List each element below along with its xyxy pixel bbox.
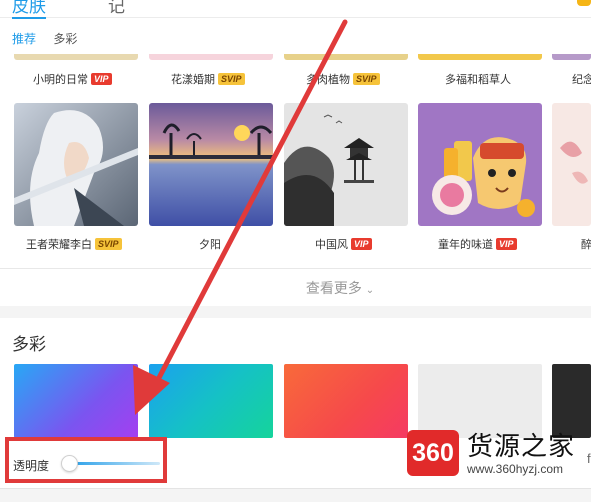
color-swatch-orange-red[interactable] bbox=[284, 364, 408, 438]
watermark: 360 货源之家 www.360hyzj.com bbox=[407, 426, 591, 480]
skin-thumb-chinese-style[interactable] bbox=[284, 103, 408, 226]
sunset-illustration bbox=[149, 103, 273, 226]
section-title-colorful: 多彩 bbox=[12, 335, 46, 354]
color-swatch-blue-purple[interactable] bbox=[14, 364, 138, 438]
skin-thumb-partial[interactable] bbox=[284, 54, 408, 60]
skin-thumb-partial[interactable] bbox=[149, 54, 273, 60]
warrior-illustration bbox=[14, 103, 138, 226]
skin-label: 纪念 bbox=[572, 71, 591, 87]
skin-thumb-partial[interactable] bbox=[552, 54, 591, 60]
snack-cartoon-illustration bbox=[418, 103, 542, 226]
skin-name: 多福和稻草人 bbox=[445, 74, 511, 86]
opacity-label: 透明度 bbox=[13, 459, 50, 473]
skin-label: 多福和稻草人 bbox=[445, 71, 511, 87]
skin-thumb-partial[interactable] bbox=[552, 103, 591, 226]
skin-label: 中国风 VIP bbox=[315, 236, 372, 252]
divider bbox=[0, 268, 591, 269]
skin-thumb-childhood[interactable] bbox=[418, 103, 542, 226]
ink-pavilion-illustration bbox=[284, 103, 408, 226]
color-swatch-cyan-green[interactable] bbox=[149, 364, 273, 438]
skin-name: 小明的日常 bbox=[33, 74, 88, 86]
tab-skin[interactable]: 皮肤 bbox=[12, 0, 46, 19]
subtab-colorful[interactable]: 多彩 bbox=[53, 32, 77, 46]
skin-thumb-partial[interactable] bbox=[14, 54, 138, 60]
svip-badge: SVIP bbox=[95, 238, 122, 250]
header-bar: 皮肤 记 bbox=[0, 0, 591, 19]
skin-thumb-libai[interactable] bbox=[14, 103, 138, 226]
vip-badge: VIP bbox=[351, 238, 372, 250]
vip-badge: VIP bbox=[91, 73, 112, 85]
skin-name: 童年的味道 bbox=[438, 239, 493, 251]
skin-name: 纪念 bbox=[572, 74, 591, 86]
skin-label: 童年的味道 VIP bbox=[438, 236, 517, 252]
skin-label: 多肉植物 SVIP bbox=[306, 71, 380, 87]
skin-label: 王者荣耀李白 SVIP bbox=[26, 236, 122, 252]
skin-label: 夕阳 bbox=[199, 236, 221, 252]
svip-badge: SVIP bbox=[218, 73, 245, 85]
skin-label: 小明的日常 VIP bbox=[33, 71, 112, 87]
opacity-slider-track[interactable] bbox=[64, 462, 160, 465]
skin-name: 多肉植物 bbox=[306, 74, 350, 86]
watermark-logo: 360 bbox=[407, 430, 459, 476]
skin-name: 王者荣耀李白 bbox=[26, 239, 92, 251]
section-separator bbox=[0, 306, 591, 318]
chevron-down-icon: ⌄ bbox=[365, 285, 375, 296]
edge-text: fl bbox=[587, 451, 591, 466]
skin-name: 夕阳 bbox=[199, 239, 221, 251]
opacity-slider-handle[interactable] bbox=[61, 455, 78, 472]
watermark-name: 货源之家 bbox=[467, 432, 576, 462]
skin-label: 醉 bbox=[581, 236, 591, 252]
subtab-recommended[interactable]: 推荐 bbox=[12, 32, 36, 46]
svip-badge: SVIP bbox=[353, 73, 380, 85]
skin-name: 中国风 bbox=[315, 239, 348, 251]
see-more-link[interactable]: 查看更多 ⌄ bbox=[0, 278, 591, 298]
skin-thumb-partial[interactable] bbox=[418, 54, 542, 60]
sub-tabs: 推荐 多彩 bbox=[12, 30, 91, 47]
vip-badge: VIP bbox=[496, 238, 517, 250]
petal-illustration bbox=[552, 103, 591, 226]
coin-icon bbox=[577, 0, 591, 6]
tab-other[interactable]: 记 bbox=[108, 0, 125, 17]
bottom-bar bbox=[0, 488, 591, 502]
skin-thumb-sunset[interactable] bbox=[149, 103, 273, 226]
skin-name: 醉 bbox=[581, 239, 591, 251]
see-more-label: 查看更多 bbox=[305, 280, 362, 296]
skin-label: 花漾婚期 SVIP bbox=[171, 71, 245, 87]
watermark-url: www.360hyzj.com bbox=[467, 462, 564, 476]
skin-name: 花漾婚期 bbox=[171, 74, 215, 86]
